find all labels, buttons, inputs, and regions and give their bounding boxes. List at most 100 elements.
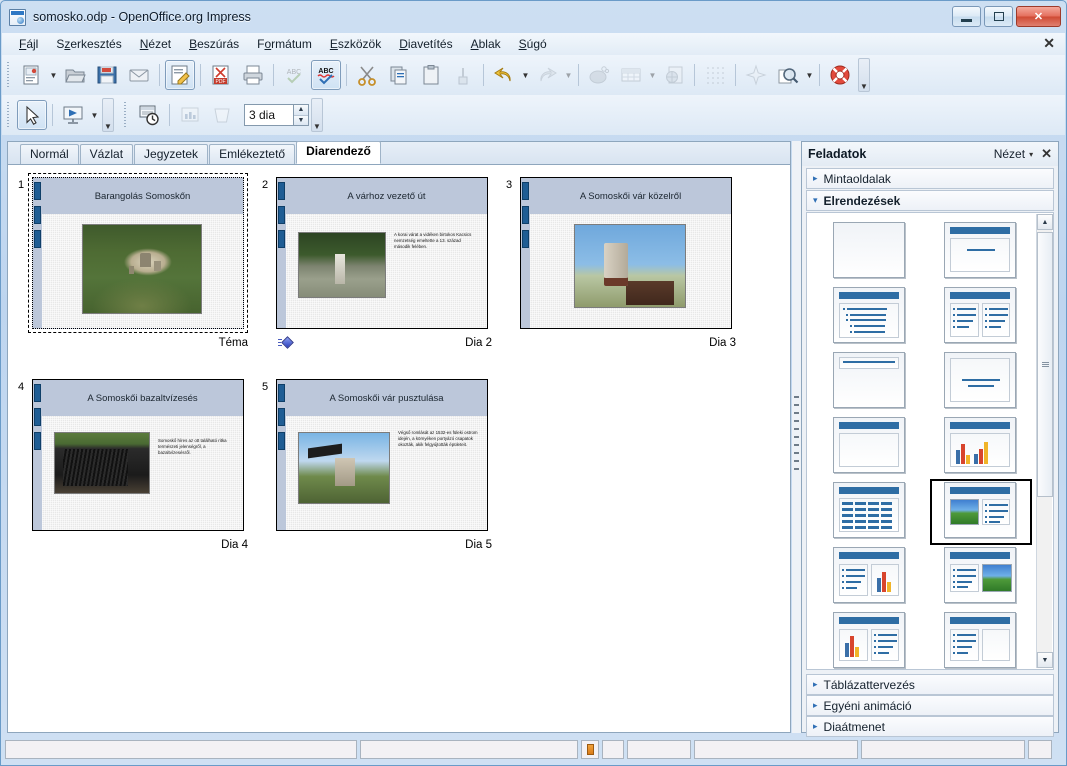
toolbar-separator <box>52 104 53 126</box>
envelope-icon[interactable] <box>124 60 154 90</box>
menu-tools[interactable]: Eszközök <box>321 35 390 53</box>
close-document-icon[interactable]: ✕ <box>1043 36 1055 50</box>
slide-title: A Somoskői bazaltvízesés <box>42 380 243 416</box>
window-controls: ✕ <box>952 6 1061 27</box>
slide-transition-icon[interactable] <box>278 336 296 351</box>
view-tabs: Normál Vázlat Jegyzetek Emlékeztető Diar… <box>8 141 790 165</box>
layout-gallery[interactable]: ▲ ▼ <box>806 212 1054 670</box>
layout-title-content[interactable] <box>924 217 1035 282</box>
layout-blank-slide[interactable] <box>813 217 924 282</box>
layout-title-chart-bullets[interactable] <box>813 607 924 672</box>
slide-toolbar-overflow-2[interactable]: ▼ <box>311 98 323 132</box>
layout-scrollbar[interactable]: ▲ ▼ <box>1036 214 1053 668</box>
table-grid-icon <box>616 60 646 90</box>
minimize-button[interactable] <box>952 6 981 27</box>
spinner-up-icon[interactable]: ▲ <box>294 105 308 115</box>
scissors-icon[interactable] <box>352 60 382 90</box>
slides-per-row-spinner[interactable]: ▲ ▼ <box>244 104 309 126</box>
save-disk-icon[interactable] <box>92 60 122 90</box>
document-modified-icon[interactable] <box>581 739 599 759</box>
layout-title-image-bullets[interactable] <box>924 477 1035 545</box>
edit-pencil-icon[interactable] <box>165 60 195 90</box>
splitter-handle[interactable] <box>794 396 799 476</box>
menu-view[interactable]: Nézet <box>131 35 180 53</box>
layout-title-bullets-image[interactable] <box>924 542 1035 607</box>
menu-file[interactable]: Fájl <box>10 35 47 53</box>
section-custom-animation[interactable]: ▸ Egyéni animáció <box>806 695 1054 716</box>
undo-arrow-icon[interactable] <box>489 60 519 90</box>
layout-title-two-bullets[interactable] <box>924 282 1035 347</box>
section-slide-transition[interactable]: ▸ Diaátmenet <box>806 716 1054 737</box>
table-dropdown-icon: ▼ <box>648 70 657 80</box>
section-layouts[interactable]: ▾ Elrendezések <box>806 190 1054 211</box>
layout-centered-text[interactable] <box>924 347 1035 412</box>
pdf-icon[interactable]: PDF <box>206 60 236 90</box>
chevron-down-icon[interactable]: ▾ <box>1029 150 1033 159</box>
close-button[interactable]: ✕ <box>1016 6 1061 27</box>
layout-title-bullets-chart[interactable] <box>813 542 924 607</box>
slide-thumbnail-2[interactable]: 2 A várhoz vezető út A korai várat a vid… <box>258 177 498 362</box>
tab-notes[interactable]: Jegyzetek <box>134 144 209 164</box>
open-folder-icon[interactable] <box>60 60 90 90</box>
layout-title-bullets[interactable] <box>813 282 924 347</box>
new-doc-icon[interactable] <box>17 60 47 90</box>
toolbar-grip[interactable] <box>5 102 12 128</box>
toolbar-separator <box>819 64 820 86</box>
menu-window[interactable]: Ablak <box>462 35 510 53</box>
tab-slide-sorter[interactable]: Diarendező <box>296 141 381 164</box>
spinner-down-icon[interactable]: ▼ <box>294 114 308 125</box>
standard-toolbar-overflow[interactable]: ▼ <box>858 58 870 92</box>
slide-thumbnail-1[interactable]: 1 Barangolás Somoskőn Téma <box>14 173 254 362</box>
status-field-master <box>694 739 858 759</box>
toolbar-grip[interactable] <box>122 102 129 128</box>
slide-thumbnail-5[interactable]: 5 A Somoskői vár pusztulása Végső romlás… <box>258 379 498 564</box>
section-label: Diaátmenet <box>823 719 885 734</box>
slide-sorter-pane[interactable]: 1 Barangolás Somoskőn Téma 2 A várhoz ve… <box>8 165 790 732</box>
slide-caption: Dia 5 <box>465 539 492 551</box>
tab-handout[interactable]: Emlékeztető <box>209 144 296 164</box>
scroll-up-icon[interactable]: ▲ <box>1037 214 1053 230</box>
slide-toolbar-overflow-1[interactable]: ▼ <box>102 98 114 132</box>
pane-splitter[interactable] <box>792 141 801 733</box>
new-doc-dropdown-icon[interactable]: ▼ <box>48 60 59 90</box>
section-master-pages[interactable]: ▸ Mintaoldalak <box>806 168 1054 189</box>
section-table-design[interactable]: ▸ Táblázattervezés <box>806 674 1054 695</box>
slide-outline-bar <box>521 178 530 328</box>
presentation-screen-icon[interactable] <box>58 100 88 130</box>
status-field-signature[interactable] <box>602 739 624 759</box>
maximize-button[interactable] <box>984 6 1013 27</box>
slideshow-dropdown-icon[interactable]: ▼ <box>89 100 100 130</box>
slide-thumbnail-3[interactable]: 3 A Somoskői vár közelről Dia 3 <box>502 177 742 362</box>
task-panel-view-menu[interactable]: Nézet <box>994 147 1025 161</box>
status-bar <box>5 737 1063 761</box>
layout-title-table[interactable] <box>813 477 924 542</box>
undo-dropdown-icon[interactable]: ▼ <box>520 60 531 90</box>
copy-icon[interactable] <box>384 60 414 90</box>
menu-edit[interactable]: Szerkesztés <box>47 35 130 53</box>
menu-slideshow[interactable]: Diavetítés <box>390 35 461 53</box>
tab-normal[interactable]: Normál <box>20 144 79 164</box>
close-icon[interactable]: ✕ <box>1041 146 1052 162</box>
menu-insert[interactable]: Beszúrás <box>180 35 248 53</box>
menu-help[interactable]: Súgó <box>510 35 556 53</box>
toolbar-grip[interactable] <box>5 62 12 88</box>
layout-title-only[interactable] <box>813 347 924 412</box>
layout-title-bullets-empty[interactable] <box>924 607 1035 672</box>
tab-outline[interactable]: Vázlat <box>79 144 134 164</box>
zoom-dropdown-icon[interactable]: ▼ <box>804 60 815 90</box>
menu-format[interactable]: Formátum <box>248 35 321 53</box>
printer-icon[interactable] <box>238 60 268 90</box>
slides-per-row-input[interactable] <box>245 105 293 125</box>
magnifier-icon[interactable] <box>773 60 803 90</box>
layout-title-chart[interactable] <box>924 412 1035 477</box>
clock-presentation-icon[interactable] <box>134 100 164 130</box>
layout-title-blank-content[interactable] <box>813 412 924 477</box>
abc-wave-icon[interactable]: ABC <box>311 60 341 90</box>
spinner-buttons[interactable]: ▲ ▼ <box>293 105 308 125</box>
lifebuoy-help-icon[interactable] <box>825 60 855 90</box>
cursor-arrow-icon[interactable] <box>17 100 47 130</box>
scroll-down-icon[interactable]: ▼ <box>1037 652 1053 668</box>
clipboard-icon[interactable] <box>416 60 446 90</box>
scrollbar-thumb[interactable] <box>1037 232 1053 497</box>
slide-thumbnail-4[interactable]: 4 A Somoskői bazaltvízesés Somoskő híres… <box>14 379 254 564</box>
